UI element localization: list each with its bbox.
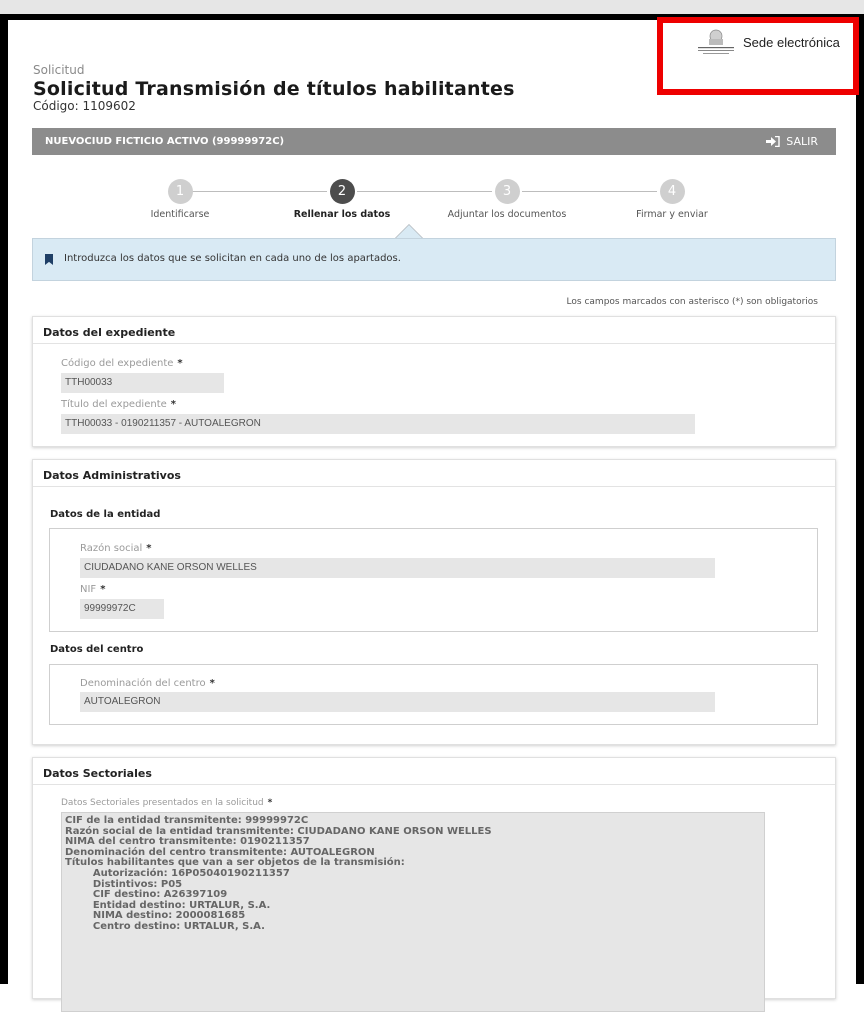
razon-social-field[interactable]	[80, 558, 715, 578]
required-fields-note: Los campos marcados con asterisco (*) so…	[566, 297, 818, 307]
info-alert: Introduzca los datos que se solicitan en…	[32, 238, 836, 281]
field-label: Datos Sectoriales presentados en la soli…	[61, 798, 273, 808]
step-label: Rellenar los datos	[293, 209, 391, 220]
step-label: Firmar y enviar	[636, 209, 708, 220]
field-label: Título del expediente *	[61, 399, 176, 410]
sign-out-icon	[766, 136, 780, 147]
page-title: Solicitud Transmisión de títulos habilit…	[33, 78, 515, 100]
section-title: Datos de la entidad	[50, 509, 161, 520]
entidad-box: Razón social* NIF*	[49, 528, 818, 632]
panel-title: Datos Administrativos	[33, 460, 835, 487]
step-identificarse[interactable]: 1 Identificarse	[110, 179, 250, 220]
step-firmar-enviar[interactable]: 4 Firmar y enviar	[602, 179, 742, 220]
user-name: NUEVOCIUD FICTICIO ACTIVO (99999972C)	[45, 136, 285, 147]
request-code: Código: 1109602	[33, 99, 136, 113]
top-background-band	[0, 0, 864, 14]
section-title: Datos del centro	[50, 644, 144, 655]
step-number: 2	[329, 179, 355, 204]
step-rellenar-datos[interactable]: 2 Rellenar los datos	[272, 179, 412, 220]
nif-field[interactable]	[80, 599, 164, 619]
field-label: Denominación del centro *	[80, 678, 215, 689]
step-label: Adjuntar los documentos	[447, 209, 567, 220]
panel-datos-expediente: Datos del expediente Código del expedien…	[32, 316, 836, 447]
step-number: 1	[167, 179, 193, 204]
wizard-steps: 1 Identificarse 2 Rellenar los datos 3 A…	[32, 178, 836, 228]
logout-button[interactable]: SALIR	[766, 135, 818, 148]
step-number: 4	[659, 179, 685, 204]
step-number: 3	[494, 179, 520, 204]
centro-box: Denominación del centro *	[49, 664, 818, 725]
panel-datos-sectoriales: Datos Sectoriales Datos Sectoriales pres…	[32, 757, 836, 1012]
user-bar: NUEVOCIUD FICTICIO ACTIVO (99999972C) SA…	[32, 128, 836, 155]
panel-datos-administrativos: Datos Administrativos Datos de la entida…	[32, 459, 836, 745]
step-adjuntar-documentos[interactable]: 3 Adjuntar los documentos	[437, 179, 577, 220]
datos-sectoriales-textarea[interactable]: CIF de la entidad transmitente: 99999972…	[61, 812, 765, 1012]
step-label: Identificarse	[150, 209, 210, 220]
highlight-box	[657, 17, 859, 95]
logout-label: SALIR	[786, 135, 818, 148]
codigo-expediente-field[interactable]	[61, 373, 224, 393]
field-label: Código del expediente *	[61, 358, 183, 369]
panel-title: Datos del expediente	[33, 317, 835, 344]
bookmark-icon	[45, 254, 53, 265]
field-label: NIF *	[80, 584, 106, 595]
panel-title: Datos Sectoriales	[33, 758, 835, 785]
active-step-pointer	[395, 224, 423, 238]
titulo-expediente-field[interactable]	[61, 414, 695, 434]
info-text: Introduzca los datos que se solicitan en…	[64, 253, 401, 264]
field-label: Razón social *	[80, 543, 152, 554]
page-kicker: Solicitud	[33, 63, 85, 77]
denominacion-centro-field[interactable]	[80, 692, 715, 712]
